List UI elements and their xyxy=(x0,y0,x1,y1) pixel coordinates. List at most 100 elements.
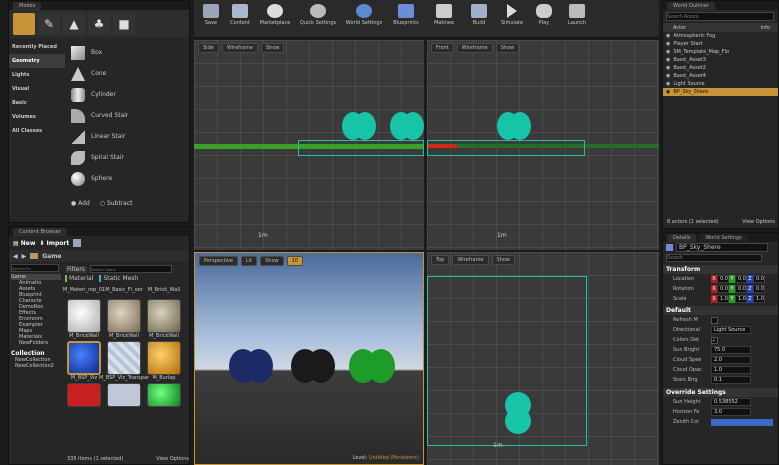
quick-settings-button[interactable]: Quick Settings xyxy=(296,4,340,26)
world-outliner-tab[interactable]: World Outliner xyxy=(667,1,716,10)
location-y[interactable]: 0.0 xyxy=(735,275,747,283)
default-header[interactable]: Default xyxy=(663,306,778,315)
geometry-item-curved-stair[interactable]: Curved Stair xyxy=(71,105,189,126)
eye-icon[interactable]: ◉ xyxy=(666,33,670,39)
eye-icon[interactable]: ◉ xyxy=(666,49,670,55)
actor-row[interactable]: ◉ Player Start xyxy=(663,40,778,48)
asset-tile[interactable] xyxy=(145,383,183,407)
matinee-button[interactable]: Matinee xyxy=(428,4,460,26)
geometry-item-sphere[interactable]: Sphere xyxy=(71,168,189,189)
mesh-blob[interactable] xyxy=(354,112,376,140)
actor-row[interactable]: ◉ Light Source xyxy=(663,80,778,88)
view-mode-dropdown[interactable]: Wireframe xyxy=(452,255,489,265)
cloud-speed-field[interactable]: 2.0 xyxy=(711,356,751,364)
colors-checkbox[interactable]: ✓ xyxy=(711,336,718,344)
modes-tab[interactable]: Modes xyxy=(13,1,42,10)
filter-static-mesh[interactable]: Static Mesh xyxy=(99,275,138,282)
back-arrow-icon[interactable]: ◀ xyxy=(13,253,18,260)
refresh-checkbox[interactable] xyxy=(711,316,718,324)
category-basic[interactable]: Basic xyxy=(9,96,65,110)
object-name-field[interactable]: BP_Sky_Shere xyxy=(676,243,768,252)
import-button[interactable]: ⬇ Import xyxy=(39,240,69,247)
grid-snap-value[interactable]: 10 xyxy=(286,256,303,266)
geometry-item-spiral-stair[interactable]: Spiral Stair xyxy=(71,147,189,168)
transform-header[interactable]: Transform xyxy=(663,265,778,274)
show-dropdown[interactable]: Show xyxy=(260,43,285,53)
filter-material[interactable]: Material xyxy=(65,275,93,282)
sun-height-field[interactable]: 0.538552 xyxy=(711,398,751,406)
zenith-color-swatch[interactable] xyxy=(711,418,773,426)
asset-tile[interactable] xyxy=(105,383,143,407)
show-dropdown[interactable]: Show xyxy=(260,256,284,266)
eye-icon[interactable]: ◉ xyxy=(666,65,670,71)
category-all-classes[interactable]: All Classes xyxy=(9,124,65,138)
eye-icon[interactable]: ◉ xyxy=(666,89,670,95)
directional-dropdown[interactable]: Light Source xyxy=(711,326,751,334)
viewport-perspective[interactable]: Perspective Lit Show 10 Level: Untitled … xyxy=(194,252,424,465)
view-options-button[interactable]: View Options xyxy=(156,456,189,462)
stars-brightness-field[interactable]: 0.1 xyxy=(711,376,751,384)
view-mode-dropdown[interactable]: Wireframe xyxy=(456,43,493,53)
actor-row[interactable]: ◉ Basic_Asset2 xyxy=(663,64,778,72)
launch-button[interactable]: Launch xyxy=(562,4,592,26)
save-all-icon[interactable] xyxy=(73,239,82,247)
category-visual[interactable]: Visual xyxy=(9,82,65,96)
geometry-item-box[interactable]: Box xyxy=(71,42,189,63)
asset-tile[interactable]: M_BrickWall xyxy=(105,299,143,339)
asset-tile[interactable]: M_Burlap xyxy=(145,341,183,381)
viewport-mode-dropdown[interactable]: Side xyxy=(198,43,219,53)
geometry-mode-icon[interactable]: ■ xyxy=(113,13,135,35)
details-search-input[interactable] xyxy=(666,254,762,262)
eye-icon[interactable]: ◉ xyxy=(666,41,670,47)
sun-brightness-field[interactable]: 75.0 xyxy=(711,346,751,354)
world-settings-tab[interactable]: World Settings xyxy=(699,233,748,242)
viewport-mode-dropdown[interactable]: Perspective xyxy=(199,256,238,266)
rotation-z[interactable]: 0.0 xyxy=(753,285,765,293)
scale-z[interactable]: 1.0 xyxy=(753,295,765,303)
new-button[interactable]: ▤ New xyxy=(13,240,35,247)
asset-tile[interactable]: M_Basic_Fl_oor xyxy=(105,287,143,293)
folder-item[interactable]: NewFolders xyxy=(11,340,61,346)
collection-item[interactable]: NewCollection2 xyxy=(11,363,61,369)
blueprints-button[interactable]: Blueprints xyxy=(388,4,424,26)
eye-icon[interactable]: ◉ xyxy=(666,73,670,79)
viewport-front[interactable]: Front Wireframe Show 1m xyxy=(427,40,659,250)
build-button[interactable]: Build xyxy=(464,4,494,26)
actor-row[interactable]: ◉ Basic_Asset4 xyxy=(663,72,778,80)
eye-icon[interactable]: ◉ xyxy=(666,57,670,63)
rotation-x[interactable]: 0.0 xyxy=(717,285,729,293)
actor-row[interactable]: ◉ Basic_Asset3 xyxy=(663,56,778,64)
mesh-blob[interactable] xyxy=(509,112,531,140)
paint-mode-icon[interactable]: ✎ xyxy=(38,13,60,35)
geometry-item-linear-stair[interactable]: Linear Stair xyxy=(71,126,189,147)
horizon-field[interactable]: 3.0 xyxy=(711,408,751,416)
viewport-side[interactable]: Side Wireframe Show 1m xyxy=(194,40,424,250)
view-options-button[interactable]: View Options xyxy=(742,219,775,225)
view-mode-dropdown[interactable]: Wireframe xyxy=(221,43,258,53)
search-folders-input[interactable] xyxy=(11,264,59,272)
content-button[interactable]: Content xyxy=(226,4,254,26)
category-recently-placed[interactable]: Recently Placed xyxy=(9,40,65,54)
path-crumb[interactable]: Game xyxy=(42,253,61,260)
rotation-y[interactable]: 0.0 xyxy=(735,285,747,293)
category-volumes[interactable]: Volumes xyxy=(9,110,65,124)
mesh-blob[interactable] xyxy=(505,408,531,434)
location-x[interactable]: 0.0 xyxy=(717,275,729,283)
mesh-blob[interactable] xyxy=(402,112,424,140)
geometry-item-cone[interactable]: Cone xyxy=(71,63,189,84)
category-lights[interactable]: Lights xyxy=(9,68,65,82)
show-dropdown[interactable]: Show xyxy=(495,43,520,53)
location-z[interactable]: 0.0 xyxy=(753,275,765,283)
asset-tile[interactable]: M_BSP_Viz_Transpar xyxy=(99,341,149,381)
asset-tile[interactable]: M_BrickWall xyxy=(65,299,103,339)
marketplace-button[interactable]: Marketplace xyxy=(258,4,292,26)
asset-tile[interactable]: M_BSP_Viz xyxy=(65,341,103,381)
view-mode-dropdown[interactable]: Lit xyxy=(240,256,258,266)
category-geometry[interactable]: Geometry xyxy=(9,54,65,68)
world-settings-button[interactable]: World Settings xyxy=(344,4,384,26)
mesh-blob[interactable] xyxy=(307,349,335,383)
geometry-item-cylinder[interactable]: Cylinder xyxy=(71,84,189,105)
details-tab[interactable]: Details xyxy=(667,233,697,242)
subtract-radio[interactable]: ○ Subtract xyxy=(100,200,133,207)
asset-tile[interactable]: M_Materi_rop_01 xyxy=(63,287,105,293)
